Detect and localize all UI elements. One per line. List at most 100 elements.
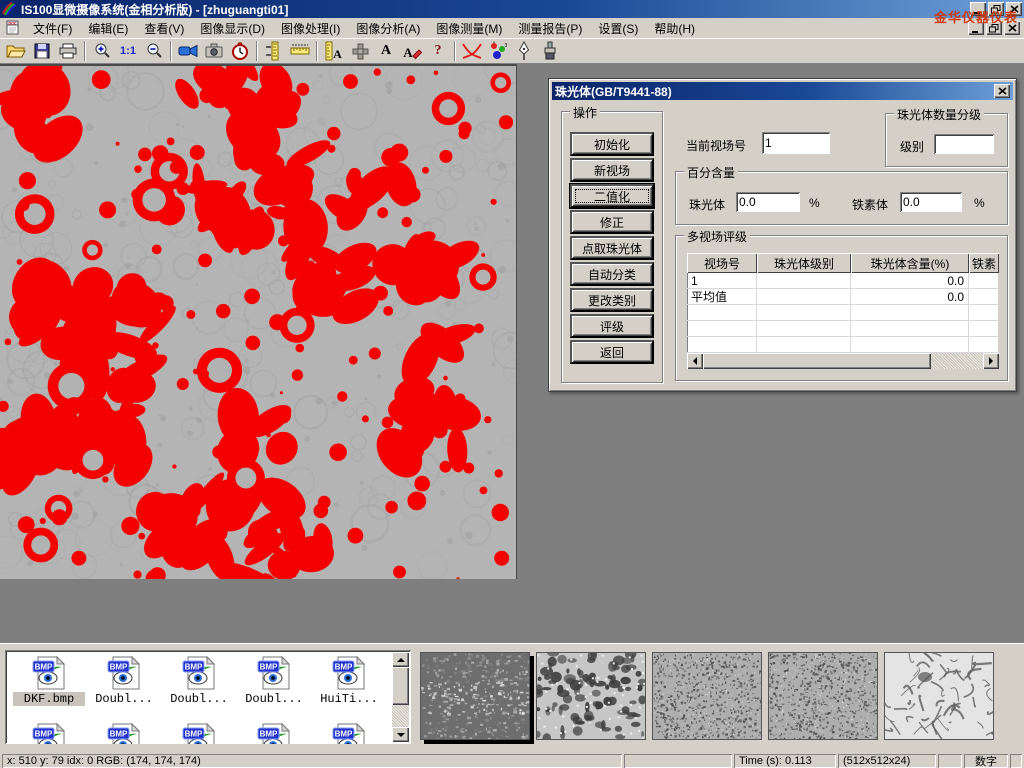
file-name: Doubl...: [88, 692, 160, 706]
current-field-input[interactable]: [762, 132, 830, 154]
specimen-image[interactable]: [0, 66, 516, 579]
fill-icon[interactable]: [537, 40, 563, 62]
document-icon: DOC: [5, 20, 22, 36]
thumbnail-1[interactable]: [420, 652, 530, 740]
file-item[interactable]: Doubl...: [238, 655, 310, 706]
timer-icon[interactable]: [227, 40, 253, 62]
close-button[interactable]: [1006, 2, 1022, 16]
menu-file[interactable]: 文件(F): [25, 18, 80, 39]
zoom-out-icon[interactable]: [141, 40, 167, 62]
table-cell: 1: [687, 273, 757, 288]
thumbnail-5[interactable]: [884, 652, 994, 740]
scrollbar-thumb[interactable]: [703, 353, 931, 369]
app-icon: [2, 2, 17, 16]
menu-image-display[interactable]: 图像显示(D): [192, 18, 273, 39]
thumbnail-3[interactable]: [652, 652, 762, 740]
ruler-icon[interactable]: [287, 40, 313, 62]
scroll-up-button[interactable]: [392, 652, 409, 667]
file-item[interactable]: [313, 722, 385, 744]
header-field-no: 视场号: [687, 253, 757, 273]
menu-edit[interactable]: 编辑(E): [80, 18, 136, 39]
pick-pearlite-button[interactable]: 点取珠光体: [570, 236, 654, 260]
dialog-close-button[interactable]: [994, 84, 1010, 98]
table-row: [687, 321, 999, 337]
header-ferrite: 铁素: [969, 253, 999, 273]
menu-measure-report[interactable]: 测量报告(P): [510, 18, 590, 39]
grade-input[interactable]: [934, 134, 994, 154]
print-icon[interactable]: [55, 40, 81, 62]
auto-classify-button[interactable]: 自动分类: [570, 262, 654, 286]
scroll-down-button[interactable]: [392, 727, 409, 742]
camera-icon[interactable]: [201, 40, 227, 62]
menu-image-processing[interactable]: 图像处理(I): [273, 18, 348, 39]
table-row[interactable]: 1 0.0: [687, 273, 999, 289]
scroll-left-button[interactable]: [687, 353, 703, 369]
file-vscrollbar[interactable]: [392, 652, 409, 742]
multi-field-group-label: 多视场评级: [684, 228, 750, 245]
file-item[interactable]: [238, 722, 310, 744]
pen-icon[interactable]: [511, 40, 537, 62]
merge-icon[interactable]: [347, 40, 373, 62]
init-button[interactable]: 初始化: [570, 132, 654, 156]
menu-image-measure[interactable]: 图像测量(M): [428, 18, 510, 39]
table-cell: [757, 289, 851, 304]
table-hscrollbar[interactable]: [687, 353, 999, 369]
change-class-button[interactable]: 更改类别: [570, 288, 654, 312]
minimize-button[interactable]: [970, 2, 986, 16]
count-marks-icon[interactable]: 3: [485, 40, 511, 62]
save-icon[interactable]: [29, 40, 55, 62]
table-row[interactable]: 平均值 0.0: [687, 289, 999, 305]
text-icon[interactable]: A: [373, 40, 399, 62]
file-item[interactable]: [163, 722, 235, 744]
thumbnail-2[interactable]: [536, 652, 646, 740]
toolbar-separator: [316, 41, 318, 61]
scroll-right-button[interactable]: [983, 353, 999, 369]
new-field-button[interactable]: 新视场: [570, 158, 654, 182]
thumbnail-4[interactable]: [768, 652, 878, 740]
measure-text-icon[interactable]: A: [321, 40, 347, 62]
percent-group-label: 百分含量: [684, 164, 738, 181]
status-blank-pane: [624, 754, 732, 768]
rate-button[interactable]: 评级: [570, 314, 654, 338]
menu-settings[interactable]: 设置(S): [590, 18, 646, 39]
video-capture-icon[interactable]: [175, 40, 201, 62]
toolbar-separator: [454, 41, 456, 61]
dialog-titlebar[interactable]: 珠光体(GB/T9441-88): [552, 82, 1013, 100]
correct-button[interactable]: 修正: [570, 210, 654, 234]
child-close-button[interactable]: [1004, 21, 1020, 35]
toolbar: 1:1 A A A ? 3: [0, 38, 1024, 64]
file-item[interactable]: HuiTi...: [313, 655, 385, 706]
grade-group-label: 珠光体数量分级: [894, 106, 984, 123]
svg-text:3: 3: [505, 43, 508, 49]
ferrite-percent-input[interactable]: [900, 192, 962, 212]
menu-image-analysis[interactable]: 图像分析(A): [348, 18, 428, 39]
file-item[interactable]: DKF.bmp: [13, 655, 85, 706]
return-button[interactable]: 返回: [570, 340, 654, 364]
menu-help[interactable]: 帮助(H): [646, 18, 703, 39]
curve-tool-icon[interactable]: [459, 40, 485, 62]
child-restore-button[interactable]: [986, 21, 1002, 35]
pearlite-percent-input[interactable]: [736, 192, 800, 212]
caliper-icon[interactable]: [261, 40, 287, 62]
file-item[interactable]: Doubl...: [163, 655, 235, 706]
table-cell: 0.0: [851, 273, 969, 288]
file-item[interactable]: [13, 722, 85, 744]
child-minimize-button[interactable]: [968, 21, 984, 35]
actual-size-icon[interactable]: 1:1: [115, 40, 141, 62]
file-listbox[interactable]: DKF.bmp Doubl... Doubl... Doubl... HuiTi…: [5, 650, 411, 744]
rating-table[interactable]: 视场号 珠光体级别 珠光体含量(%) 铁素 1 0.0 平均值: [687, 253, 999, 353]
menu-view[interactable]: 查看(V): [136, 18, 192, 39]
file-item[interactable]: [88, 722, 160, 744]
file-item[interactable]: Doubl...: [88, 655, 160, 706]
titlebar: IS100显微摄像系统(金相分析版) - [zhuguangti01]: [0, 0, 1024, 18]
help-icon[interactable]: ?: [425, 40, 451, 62]
specimen-image-frame: [0, 64, 517, 579]
pearlite-percent-sign: %: [809, 196, 820, 210]
restore-button[interactable]: [988, 2, 1004, 16]
toolbar-separator: [84, 41, 86, 61]
zoom-in-icon[interactable]: [89, 40, 115, 62]
scrollbar-thumb[interactable]: [392, 667, 409, 705]
open-icon[interactable]: [3, 40, 29, 62]
annotate-icon[interactable]: A: [399, 40, 425, 62]
binarize-button[interactable]: 二值化: [570, 184, 654, 208]
